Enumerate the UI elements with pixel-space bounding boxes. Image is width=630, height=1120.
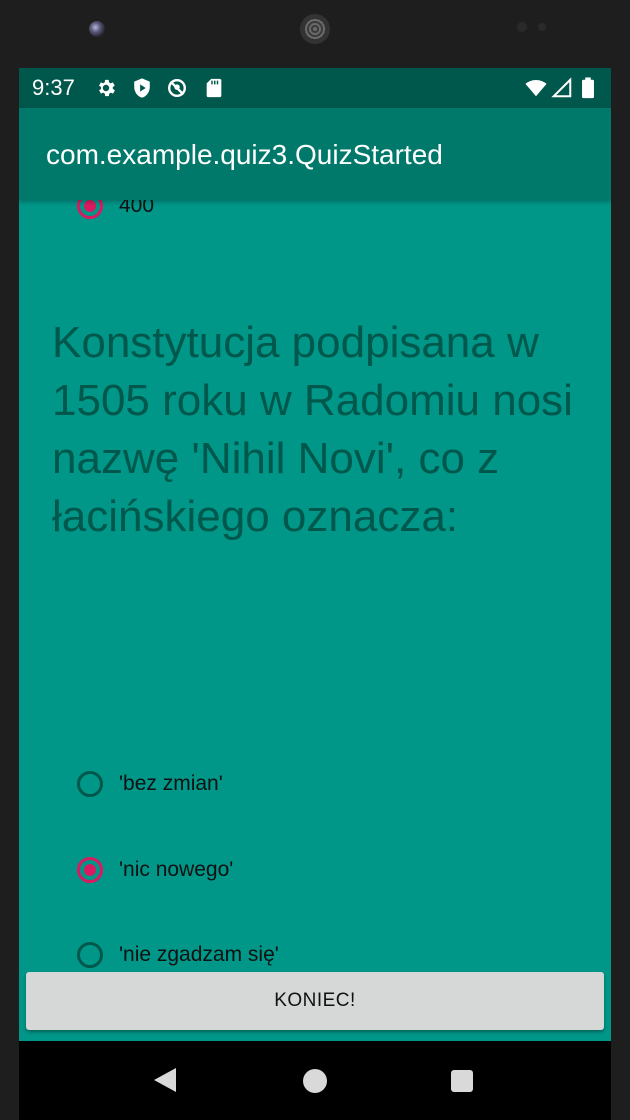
- status-time: 9:37: [32, 75, 75, 100]
- previous-answer-radio[interactable]: 400: [77, 200, 154, 224]
- wifi-icon: [525, 80, 547, 97]
- quiz-content[interactable]: 400 Konstytucja podpisana w 1505 roku w …: [19, 200, 611, 1041]
- radio-unchecked-icon: [77, 771, 103, 797]
- proximity-sensor-icon: [517, 22, 527, 32]
- radio-label: 400: [119, 200, 155, 217]
- battery-icon: [582, 77, 594, 99]
- earpiece-speaker-icon: [300, 14, 330, 44]
- question-text: Konstytucja podpisana w 1505 roku w Rado…: [52, 318, 573, 541]
- radio-checked-icon: [77, 857, 103, 883]
- location-off-icon: [168, 79, 186, 97]
- navigation-bar: [19, 1041, 611, 1120]
- recents-icon[interactable]: [451, 1070, 473, 1092]
- device-frame: 9:37 com.example.quiz3.QuizStarted 400 K…: [0, 0, 630, 1120]
- answer-option-bez-zmian[interactable]: 'bez zmian': [77, 766, 223, 802]
- home-icon[interactable]: [303, 1069, 327, 1093]
- screen: 9:37 com.example.quiz3.QuizStarted 400 K…: [19, 68, 611, 1041]
- radio-label: 'bez zmian': [119, 772, 223, 795]
- back-icon[interactable]: [154, 1068, 176, 1092]
- status-bar: 9:37: [19, 68, 611, 108]
- answer-option-nic-nowego[interactable]: 'nic nowego': [77, 852, 233, 888]
- sd-card-icon: [206, 78, 222, 98]
- radio-checked-icon: [77, 200, 103, 219]
- settings-gear-icon: [99, 79, 115, 97]
- radio-label: 'nie zgadzam się': [119, 943, 279, 966]
- signal-icon: [551, 77, 572, 98]
- app-title: com.example.quiz3.QuizStarted: [46, 139, 443, 170]
- front-camera-icon: [89, 21, 105, 37]
- radio-label: 'nic nowego': [119, 858, 234, 881]
- light-sensor-icon: [538, 23, 546, 31]
- answer-option-nie-zgadzam-sie[interactable]: 'nie zgadzam się': [77, 937, 279, 973]
- radio-unchecked-icon: [77, 942, 103, 968]
- finish-button[interactable]: KONIEC!: [26, 972, 604, 1030]
- app-bar: com.example.quiz3.QuizStarted: [19, 108, 611, 200]
- shield-play-icon: [134, 78, 150, 98]
